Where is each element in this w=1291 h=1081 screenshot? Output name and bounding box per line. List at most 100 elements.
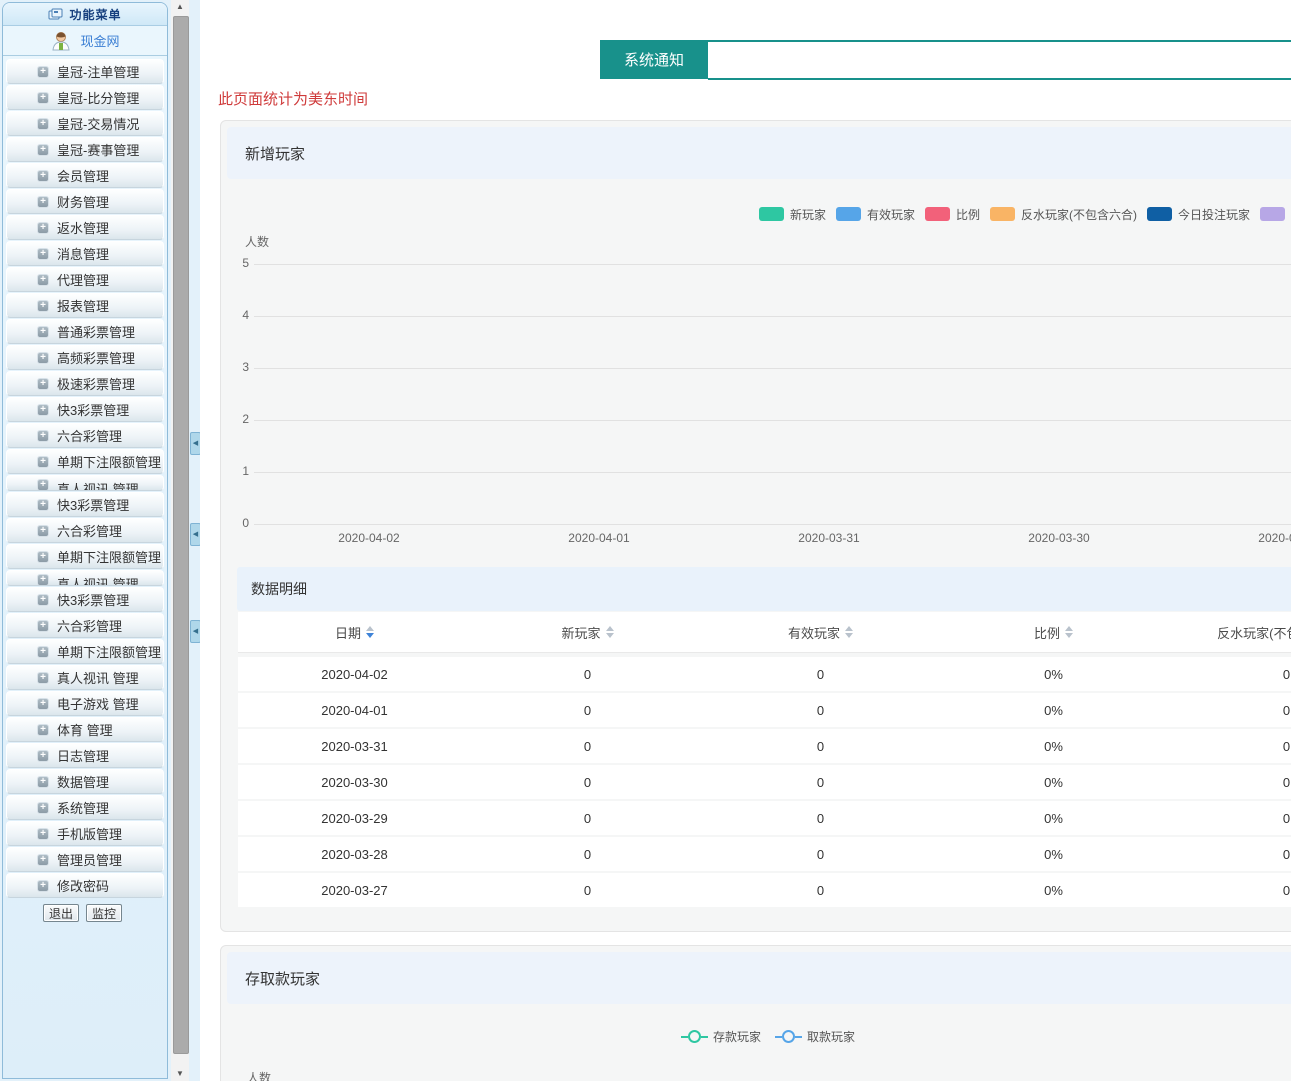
scrollbar-thumb[interactable] <box>173 16 189 1054</box>
expand-plus-icon[interactable]: + <box>37 196 49 208</box>
expand-plus-icon[interactable]: + <box>37 551 49 563</box>
sidebar-item[interactable]: +六合彩管理 <box>6 518 164 543</box>
sidebar-item[interactable]: +单期下注限额管理 <box>6 639 164 664</box>
expand-plus-icon[interactable]: + <box>37 222 49 234</box>
sidebar-item[interactable]: +报表管理 <box>6 293 164 318</box>
expand-plus-icon[interactable]: + <box>37 802 49 814</box>
expand-plus-icon[interactable]: + <box>37 170 49 182</box>
user-name-link[interactable]: 现金网 <box>80 31 119 50</box>
expand-plus-icon[interactable]: + <box>37 776 49 788</box>
expand-plus-icon[interactable]: + <box>37 620 49 632</box>
sort-up-icon[interactable] <box>366 626 374 631</box>
sidebar-item[interactable]: +会员管理 <box>6 163 164 188</box>
expand-plus-icon[interactable]: + <box>37 499 49 511</box>
expand-plus-icon[interactable]: + <box>37 378 49 390</box>
expand-plus-icon[interactable]: + <box>37 698 49 710</box>
expand-plus-icon[interactable]: + <box>37 828 49 840</box>
sort-carets-icon[interactable] <box>1065 626 1073 638</box>
legend-item[interactable]: 有效玩家 <box>836 206 915 223</box>
expand-plus-icon[interactable]: + <box>37 456 49 468</box>
expand-plus-icon[interactable]: + <box>37 404 49 416</box>
sidebar-item[interactable]: +单期下注限额管理 <box>6 544 164 569</box>
expand-plus-icon[interactable]: + <box>37 672 49 684</box>
expand-plus-icon[interactable]: + <box>37 92 49 104</box>
sort-down-icon[interactable] <box>1065 633 1073 638</box>
column-header-1[interactable]: 新玩家 <box>471 612 704 652</box>
sort-carets-icon[interactable] <box>606 626 614 638</box>
sidebar-item[interactable]: +皇冠-交易情况 <box>6 111 164 136</box>
column-header-2[interactable]: 有效玩家 <box>704 612 937 652</box>
legend-item[interactable]: 电 <box>1260 206 1291 223</box>
sort-down-icon[interactable] <box>845 633 853 638</box>
expand-plus-icon[interactable]: + <box>37 854 49 866</box>
sidebar-item[interactable]: +皇冠-比分管理 <box>6 85 164 110</box>
expand-plus-icon[interactable]: + <box>37 525 49 537</box>
sidebar-item[interactable]: +快3彩票管理 <box>6 587 164 612</box>
sidebar-item[interactable]: +高频彩票管理 <box>6 345 164 370</box>
legend-item[interactable]: 反水玩家(不包含六合) <box>990 206 1137 223</box>
expand-plus-icon[interactable]: + <box>37 352 49 364</box>
scrollbar-up-arrow[interactable]: ▲ <box>171 0 189 14</box>
sidebar-item[interactable]: +返水管理 <box>6 215 164 240</box>
sidebar-item[interactable]: +管理员管理 <box>6 847 164 872</box>
sort-up-icon[interactable] <box>845 626 853 631</box>
expand-plus-icon[interactable]: + <box>37 574 49 586</box>
sort-carets-icon[interactable] <box>366 626 374 638</box>
legend-item[interactable]: 新玩家 <box>759 206 826 223</box>
expand-plus-icon[interactable]: + <box>37 594 49 606</box>
sidebar-item[interactable]: +皇冠-注单管理 <box>6 59 164 84</box>
sidebar-item[interactable]: +快3彩票管理 <box>6 397 164 422</box>
sidebar-item[interactable]: +财务管理 <box>6 189 164 214</box>
sidebar-scrollbar[interactable]: ▲ ▼ <box>171 0 189 1081</box>
deposit-legend-item[interactable]: 存款玩家 <box>681 1028 761 1045</box>
expand-plus-icon[interactable]: + <box>37 646 49 658</box>
expand-plus-icon[interactable]: + <box>37 430 49 442</box>
sort-up-icon[interactable] <box>606 626 614 631</box>
sidebar-item[interactable]: +手机版管理 <box>6 821 164 846</box>
deposit-legend-item[interactable]: 取款玩家 <box>775 1028 855 1045</box>
expand-plus-icon[interactable]: + <box>37 880 49 892</box>
sidebar-item[interactable]: +电子游戏 管理 <box>6 691 164 716</box>
sidebar-item[interactable]: +皇冠-赛事管理 <box>6 137 164 162</box>
sidebar-item[interactable]: +体育 管理 <box>6 717 164 742</box>
scrollbar-down-arrow[interactable]: ▼ <box>171 1067 189 1081</box>
sidebar-item[interactable]: +极速彩票管理 <box>6 371 164 396</box>
tab-system-notice[interactable]: 系统通知 <box>600 40 708 79</box>
expand-plus-icon[interactable]: + <box>37 118 49 130</box>
logout-button[interactable]: 退出 <box>43 904 79 922</box>
expand-plus-icon[interactable]: + <box>37 750 49 762</box>
sidebar-item[interactable]: +修改密码 <box>6 873 164 898</box>
sort-down-icon[interactable] <box>606 633 614 638</box>
expand-plus-icon[interactable]: + <box>37 274 49 286</box>
legend-item[interactable]: 比例 <box>925 206 980 223</box>
expand-plus-icon[interactable]: + <box>37 248 49 260</box>
sidebar-item[interactable]: +真人视讯 管理 <box>6 475 164 491</box>
sidebar-item[interactable]: +真人视讯 管理 <box>6 570 164 586</box>
sidebar-item[interactable]: +快3彩票管理 <box>6 492 164 517</box>
sidebar-item[interactable]: +六合彩管理 <box>6 423 164 448</box>
monitor-button[interactable]: 监控 <box>86 904 122 922</box>
expand-plus-icon[interactable]: + <box>37 144 49 156</box>
sort-down-icon[interactable] <box>366 633 374 638</box>
legend-item[interactable]: 今日投注玩家 <box>1147 206 1250 223</box>
expand-plus-icon[interactable]: + <box>37 300 49 312</box>
sidebar-item[interactable]: +消息管理 <box>6 241 164 266</box>
sidebar-item[interactable]: +真人视讯 管理 <box>6 665 164 690</box>
sidebar-item[interactable]: +日志管理 <box>6 743 164 768</box>
sidebar-item[interactable]: +系统管理 <box>6 795 164 820</box>
sidebar-item[interactable]: +单期下注限额管理 <box>6 449 164 474</box>
sidebar-item[interactable]: +代理管理 <box>6 267 164 292</box>
expand-plus-icon[interactable]: + <box>37 724 49 736</box>
column-header-4[interactable]: 反水玩家(不包含六合) <box>1170 612 1291 652</box>
sort-carets-icon[interactable] <box>845 626 853 638</box>
column-header-0[interactable]: 日期 <box>238 612 471 652</box>
sidebar-item[interactable]: +数据管理 <box>6 769 164 794</box>
expand-plus-icon[interactable]: + <box>37 66 49 78</box>
expand-plus-icon[interactable]: + <box>37 479 49 491</box>
sort-up-icon[interactable] <box>1065 626 1073 631</box>
x-tick-label: 2020-03-29 <box>1258 531 1291 545</box>
column-header-3[interactable]: 比例 <box>937 612 1170 652</box>
expand-plus-icon[interactable]: + <box>37 326 49 338</box>
sidebar-item[interactable]: +六合彩管理 <box>6 613 164 638</box>
sidebar-item[interactable]: +普通彩票管理 <box>6 319 164 344</box>
